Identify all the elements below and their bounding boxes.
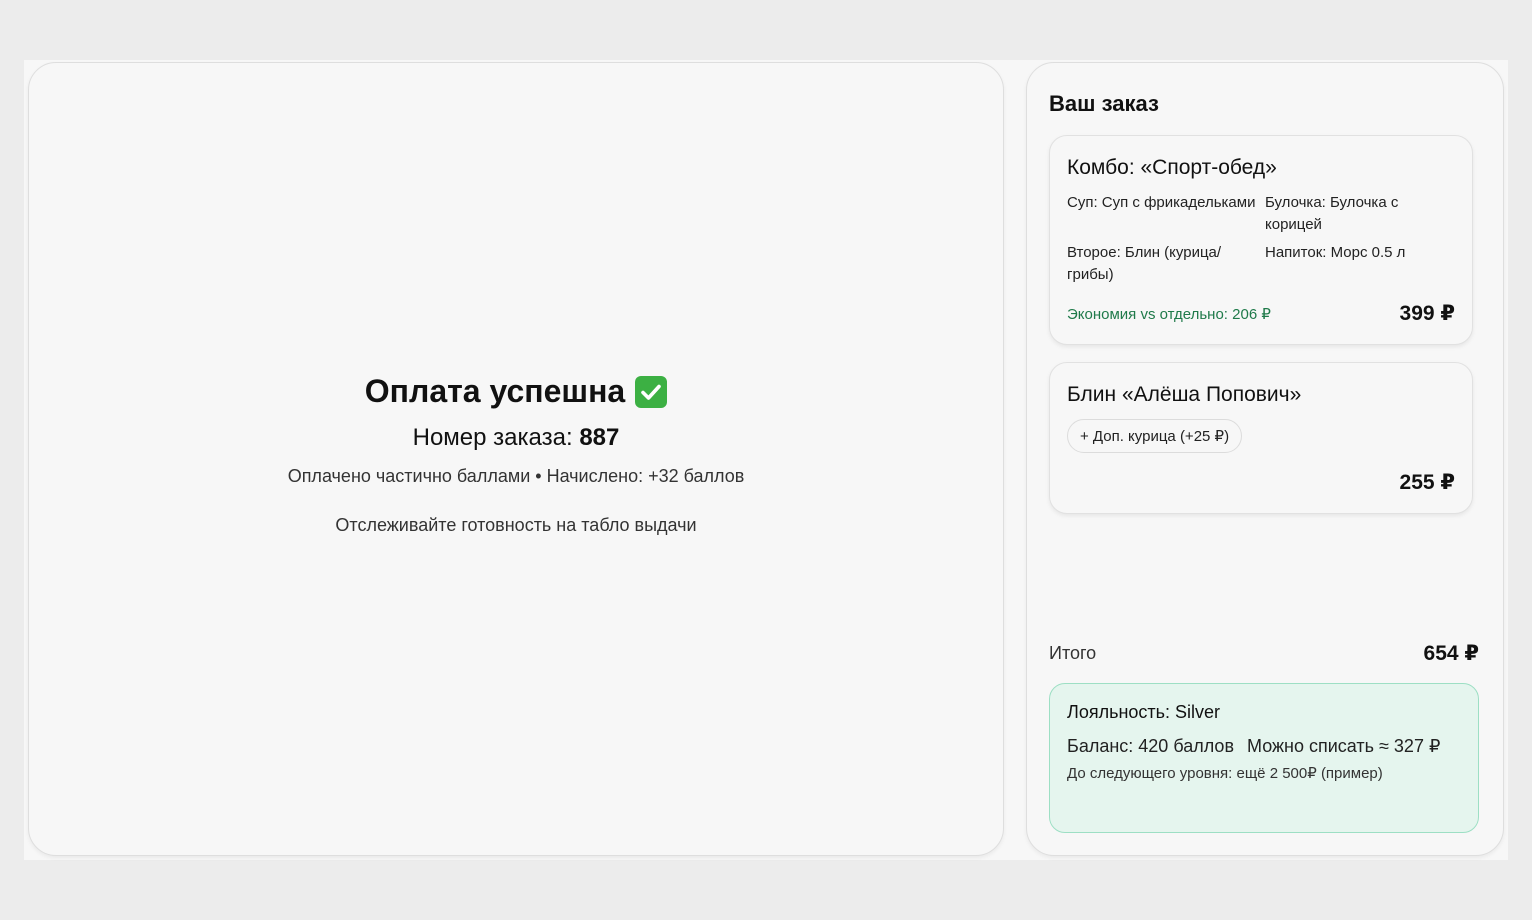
success-title-text: Оплата успешна (364, 373, 626, 409)
order-item-combo: Комбо: «Спорт-обед» Суп: Суп с фрикадель… (1049, 135, 1473, 345)
loyalty-can-spend: Можно списать ≈ 327 ₽ (1247, 736, 1441, 756)
item-price: 255 ₽ (1399, 471, 1455, 494)
addon-chip: + Доп. курица (+25 ₽) (1067, 419, 1243, 453)
success-title: Оплата успешна (364, 373, 668, 410)
total-row: Итого 654 ₽ (1049, 641, 1479, 666)
order-item-blin: Блин «Алёша Попович» + Доп. курица (+25 … (1049, 362, 1473, 514)
success-message: Оплата успешна Номер заказа: 887 Оплачен… (29, 373, 1003, 536)
loyalty-balance: Баланс: 420 баллов (1067, 736, 1235, 756)
loyalty-details: Баланс: 420 баллов Можно списать ≈ 327 ₽ (1067, 733, 1461, 760)
combo-component-soup: Суп: Суп с фрикадельками (1067, 194, 1256, 211)
loyalty-next-level: До следующего уровня: ещё 2 500₽ (пример… (1067, 765, 1383, 782)
order-summary-panel: Ваш заказ Комбо: «Спорт-обед» Суп: Суп с… (1026, 62, 1504, 856)
order-number-value: 887 (579, 424, 620, 451)
payment-info: Оплачено частично баллами • Начислено: +… (287, 466, 745, 486)
total-label: Итого (1049, 643, 1097, 663)
screen: Оплата успешна Номер заказа: 887 Оплачен… (24, 60, 1508, 860)
savings-text: Экономия vs отдельно: 206 ₽ (1067, 305, 1271, 323)
checkmark-icon (635, 375, 668, 408)
item-title: Блин «Алёша Попович» (1067, 383, 1302, 406)
total-value: 654 ₽ (1423, 642, 1479, 665)
combo-component-drink: Напиток: Морс 0.5 л (1265, 244, 1406, 261)
order-number-line: Номер заказа: 887 (29, 424, 1003, 452)
combo-component-bun: Булочка: Булочка с корицей (1265, 194, 1399, 233)
payment-status-panel: Оплата успешна Номер заказа: 887 Оплачен… (28, 62, 1004, 856)
loyalty-card: Лояльность: Silver Баланс: 420 баллов Мо… (1049, 683, 1479, 833)
item-price: 399 ₽ (1399, 302, 1455, 325)
order-heading: Ваш заказ (1049, 91, 1159, 116)
item-title: Комбо: «Спорт-обед» (1067, 156, 1277, 179)
combo-footer: Экономия vs отдельно: 206 ₽ 399 ₽ (1067, 301, 1455, 326)
tracking-info: Отслеживайте готовность на табло выдачи (335, 515, 697, 535)
combo-components: Суп: Суп с фрикадельками Булочка: Булочк… (1067, 192, 1455, 286)
loyalty-title: Лояльность: Silver (1067, 702, 1221, 722)
order-number-label: Номер заказа: (412, 424, 573, 451)
combo-component-main: Второе: Блин (курица/грибы) (1067, 244, 1222, 283)
